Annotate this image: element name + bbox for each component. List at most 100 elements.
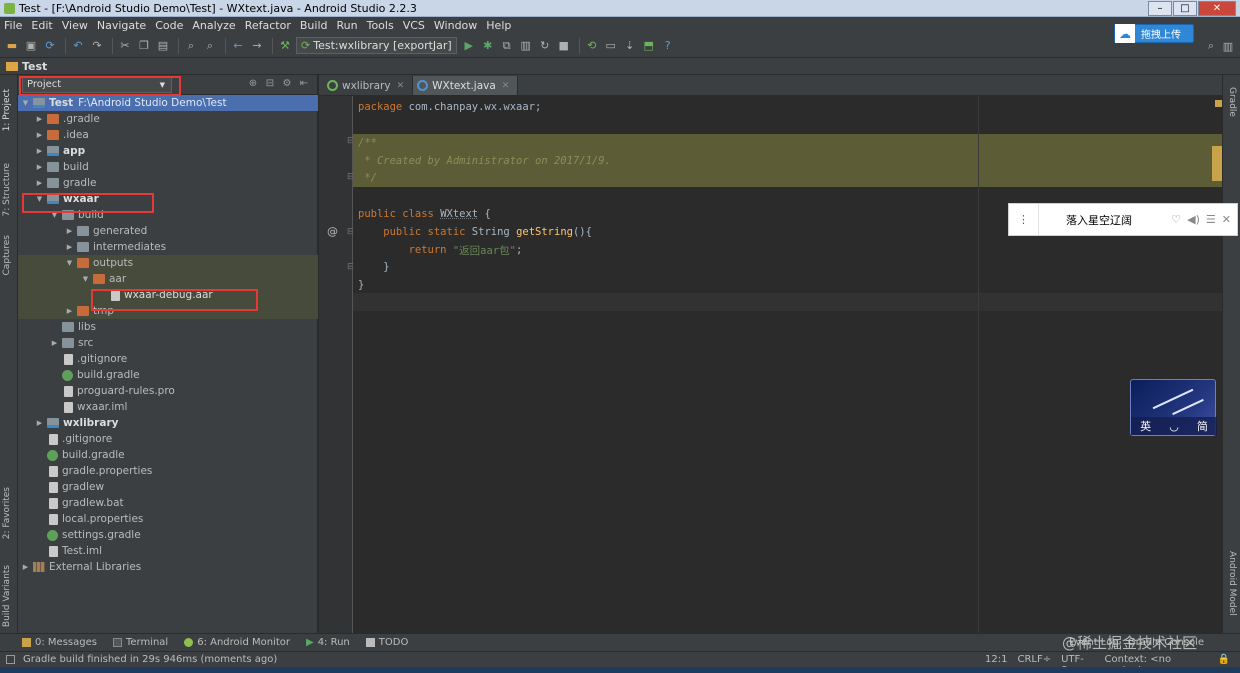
music-player-widget[interactable]: ⋮ 落入星空辽阔 ♡ ◀) ☰ ✕ bbox=[1008, 203, 1238, 236]
menu-tools[interactable]: Tools bbox=[367, 19, 394, 32]
debug-icon[interactable]: ✱ bbox=[480, 38, 496, 54]
menu-refactor[interactable]: Refactor bbox=[245, 19, 291, 32]
close-icon[interactable]: ✕ bbox=[1222, 213, 1231, 226]
expanded-arrow-icon[interactable]: ▼ bbox=[34, 195, 45, 203]
drag-handle-icon[interactable]: ⋮ bbox=[1009, 204, 1039, 235]
tree-item-gradle-dir[interactable]: ▶ .gradle bbox=[18, 111, 318, 127]
tree-item-test-iml[interactable]: Test.iml bbox=[18, 543, 318, 559]
menu-analyze[interactable]: Analyze bbox=[192, 19, 235, 32]
tree-item-libs[interactable]: libs bbox=[18, 319, 318, 335]
ime-halfwidth-toggle[interactable]: ◡ bbox=[1169, 420, 1179, 433]
tree-item-build[interactable]: ▶ build bbox=[18, 159, 318, 175]
tool-tab-android-monitor[interactable]: 6: Android Monitor bbox=[184, 637, 290, 648]
paste-icon[interactable]: ▤ bbox=[155, 38, 171, 54]
maximize-button[interactable]: □ bbox=[1173, 1, 1197, 16]
tree-item-gradlew-bat[interactable]: gradlew.bat bbox=[18, 495, 318, 511]
tree-item-wxaar-debug-aar[interactable]: wxaar-debug.aar bbox=[18, 287, 318, 303]
project-view-selector[interactable]: Project ▼ bbox=[22, 76, 172, 93]
tree-item-wxaar-build[interactable]: ▼ build bbox=[18, 207, 318, 223]
close-button[interactable]: ✕ bbox=[1198, 1, 1236, 16]
tree-item-gradle-properties[interactable]: gradle.properties bbox=[18, 463, 318, 479]
navbar-project[interactable]: Test bbox=[22, 60, 47, 73]
volume-icon[interactable]: ◀) bbox=[1187, 213, 1200, 226]
tool-window-build-variants[interactable]: Build Variants bbox=[2, 565, 12, 627]
tree-item-wxlibrary[interactable]: ▶ wxlibrary bbox=[18, 415, 318, 431]
tree-item-test[interactable]: ▼ Test F:\Android Studio Demo\Test bbox=[18, 95, 318, 111]
menu-vcs[interactable]: VCS bbox=[403, 19, 425, 32]
annotation-marker-icon[interactable]: @ bbox=[327, 225, 338, 238]
minimize-button[interactable]: – bbox=[1148, 1, 1172, 16]
status-message[interactable]: Gradle build finished in 29s 946ms (mome… bbox=[23, 654, 277, 665]
expanded-arrow-icon[interactable]: ▼ bbox=[20, 99, 31, 107]
undo-icon[interactable]: ↶ bbox=[70, 38, 86, 54]
make-project-icon[interactable]: ⚒ bbox=[277, 38, 293, 54]
open-folder-icon[interactable]: ▬ bbox=[4, 38, 20, 54]
expanded-arrow-icon[interactable]: ▼ bbox=[64, 259, 75, 267]
tool-tab-todo[interactable]: TODO bbox=[365, 637, 408, 648]
tree-item-tmp[interactable]: ▶ tmp bbox=[18, 303, 318, 319]
heart-icon[interactable]: ♡ bbox=[1171, 213, 1181, 226]
ime-language-toggle[interactable]: 英 bbox=[1140, 418, 1151, 434]
collapsed-arrow-icon[interactable]: ▶ bbox=[64, 307, 75, 315]
tool-window-gradle[interactable]: Gradle bbox=[1227, 87, 1237, 117]
editor-status-indicator[interactable] bbox=[1215, 100, 1222, 107]
tree-item-gradle[interactable]: ▶ gradle bbox=[18, 175, 318, 191]
playlist-icon[interactable]: ☰ bbox=[1206, 213, 1216, 226]
menu-file[interactable]: File bbox=[4, 19, 22, 32]
menu-build[interactable]: Build bbox=[300, 19, 328, 32]
collapsed-arrow-icon[interactable]: ▶ bbox=[34, 179, 45, 187]
collapsed-arrow-icon[interactable]: ▶ bbox=[49, 339, 60, 347]
back-icon[interactable]: ← bbox=[230, 38, 246, 54]
tool-window-android-model[interactable]: Android Model bbox=[1227, 551, 1237, 616]
tree-item-settings-gradle[interactable]: settings.gradle bbox=[18, 527, 318, 543]
help-icon[interactable]: ? bbox=[660, 38, 676, 54]
tool-window-structure[interactable]: 7: Structure bbox=[2, 163, 12, 217]
redo-icon[interactable]: ↷ bbox=[89, 38, 105, 54]
tool-window-captures[interactable]: Captures bbox=[2, 235, 12, 275]
collapsed-arrow-icon[interactable]: ▶ bbox=[34, 419, 45, 427]
close-tab-icon[interactable]: ✕ bbox=[397, 81, 405, 91]
ime-simplified-toggle[interactable]: 简 bbox=[1197, 418, 1208, 434]
tree-item-wxaar-iml[interactable]: wxaar.iml bbox=[18, 399, 318, 415]
code-editor[interactable]: package com.chanpay.wx.wxaar; /** * Crea… bbox=[353, 96, 1222, 633]
tree-item-root-build-gradle[interactable]: build.gradle bbox=[18, 447, 318, 463]
error-stripe-mark[interactable] bbox=[1212, 146, 1222, 181]
menu-code[interactable]: Code bbox=[155, 19, 183, 32]
upload-button[interactable]: ☁ 拖拽上传 bbox=[1114, 24, 1194, 43]
tree-item-aar[interactable]: ▼ aar bbox=[18, 271, 318, 287]
tool-tab-messages[interactable]: 0: Messages bbox=[22, 637, 97, 648]
find-icon[interactable]: ⌕ bbox=[183, 38, 199, 54]
gradle-sync-icon[interactable]: ⟲ bbox=[584, 38, 600, 54]
forward-icon[interactable]: → bbox=[249, 38, 265, 54]
apply-changes-icon[interactable]: ↻ bbox=[537, 38, 553, 54]
menu-run[interactable]: Run bbox=[337, 19, 358, 32]
collapsed-arrow-icon[interactable]: ▶ bbox=[34, 147, 45, 155]
menu-window[interactable]: Window bbox=[434, 19, 477, 32]
menu-view[interactable]: View bbox=[62, 19, 88, 32]
menu-edit[interactable]: Edit bbox=[31, 19, 52, 32]
collapsed-arrow-icon[interactable]: ▶ bbox=[20, 563, 31, 571]
run-configuration-select[interactable]: ⟳ Test:wxlibrary [exportJar] bbox=[296, 37, 457, 54]
tab-wxlibrary[interactable]: wxlibrary ✕ bbox=[323, 76, 414, 95]
sync-icon[interactable]: ⟳ bbox=[42, 38, 58, 54]
input-method-widget[interactable]: 英 ◡ 简 bbox=[1130, 379, 1217, 436]
attach-debugger-icon[interactable]: ⧉ bbox=[499, 38, 515, 54]
tree-item-generated[interactable]: ▶ generated bbox=[18, 223, 318, 239]
collapsed-arrow-icon[interactable]: ▶ bbox=[34, 115, 45, 123]
tab-wxtext-java[interactable]: WXtext.java ✕ bbox=[413, 76, 519, 95]
menu-navigate[interactable]: Navigate bbox=[97, 19, 146, 32]
gear-icon[interactable]: ⚙ bbox=[280, 78, 294, 89]
tree-item-gradlew[interactable]: gradlew bbox=[18, 479, 318, 495]
device-monitor-icon[interactable]: ⬒ bbox=[641, 38, 657, 54]
menu-help[interactable]: Help bbox=[486, 19, 511, 32]
collapsed-arrow-icon[interactable]: ▶ bbox=[34, 131, 45, 139]
collapse-all-icon[interactable]: ⊟ bbox=[263, 78, 277, 89]
tree-item-wxaar[interactable]: ▼ wxaar bbox=[18, 191, 318, 207]
expanded-arrow-icon[interactable]: ▼ bbox=[49, 211, 60, 219]
tree-item-build-gradle[interactable]: build.gradle bbox=[18, 367, 318, 383]
avd-manager-icon[interactable]: ▭ bbox=[603, 38, 619, 54]
tool-tab-run[interactable]: ▶ 4: Run bbox=[306, 637, 350, 648]
sdk-manager-icon[interactable]: ⇣ bbox=[622, 38, 638, 54]
status-panel-icon[interactable] bbox=[6, 655, 15, 664]
close-tab-icon[interactable]: ✕ bbox=[502, 81, 510, 91]
